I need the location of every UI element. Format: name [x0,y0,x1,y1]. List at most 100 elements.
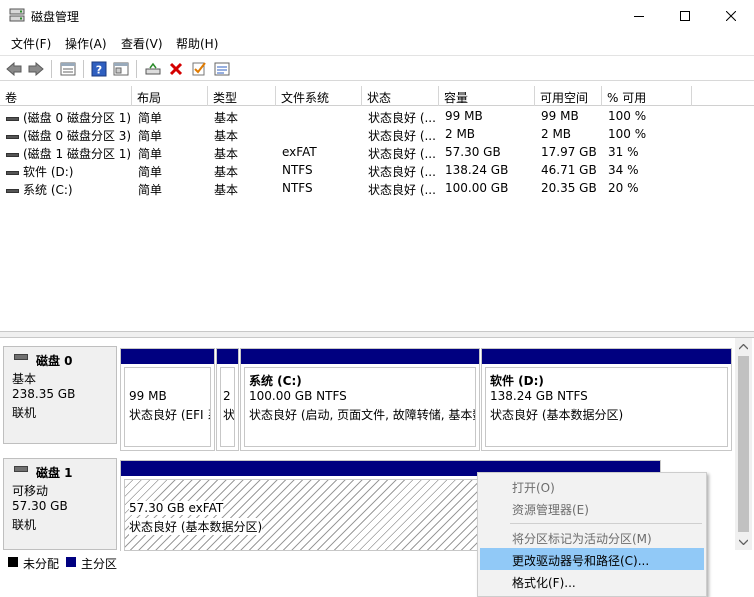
volume-status: 状态良好 (... [368,165,436,179]
partition-disk0-reserved[interactable]: 2 状态良好 [216,348,239,451]
volume-type: 基本 [214,147,239,161]
menu-separator [510,523,702,524]
menu-item-mark-active[interactable]: 将分区标记为活动分区(M) [480,526,704,548]
forward-button[interactable] [26,59,46,79]
volume-percent-free: 100 % [608,109,647,123]
close-button[interactable] [708,0,754,31]
volume-type: 基本 [214,129,239,143]
minimize-icon [634,15,644,17]
minimize-button[interactable] [616,0,662,31]
forward-icon [28,62,44,76]
volume-name: 软件 (D:) [23,165,74,179]
column-header-percent-free[interactable]: % 可用 [602,86,692,106]
toolbar: ? [0,55,754,81]
context-menu: 打开(O) 资源管理器(E) 将分区标记为活动分区(M) 更改驱动器号和路径(C… [477,472,707,597]
volume-status: 状态良好 (... [368,129,436,143]
volume-icon [6,170,19,175]
volume-capacity: 138.24 GB [445,163,509,177]
help-icon: ? [91,61,107,77]
legend-swatch-unallocated [8,557,18,567]
volume-capacity: 2 MB [445,127,476,141]
volume-row[interactable]: (磁盘 0 磁盘分区 1) 简单 基本 状态良好 (... 99 MB 99 M… [0,107,754,125]
menu-view[interactable]: 查看(V) [121,35,163,52]
column-header-capacity[interactable]: 容量 [439,86,535,106]
menu-item-open[interactable]: 打开(O) [480,475,704,497]
volume-row[interactable]: (磁盘 1 磁盘分区 1) 简单 基本 exFAT 状态良好 (... 57.3… [0,143,754,161]
menu-help[interactable]: 帮助(H) [176,35,218,52]
disk-icon [14,354,28,360]
column-header-layout[interactable]: 布局 [132,86,208,106]
disk-type: 基本 [12,372,37,386]
scroll-thumb[interactable] [738,356,749,532]
column-header-status[interactable]: 状态 [362,86,439,106]
delete-button[interactable] [166,59,186,79]
column-header-volume[interactable]: 卷 [0,86,132,106]
partition-title: 软件 (D:) [490,374,544,388]
column-header-filesystem[interactable]: 文件系统 [276,86,362,106]
menu-item-format[interactable]: 格式化(F)... [480,570,704,592]
volume-status: 状态良好 (... [368,183,436,197]
menu-item-change-drive-letter[interactable]: 更改驱动器号和路径(C)... [480,548,704,570]
maximize-button[interactable] [662,0,708,31]
disk-0-label[interactable]: 磁盘 0 基本 238.35 GB 联机 [3,346,117,444]
volume-icon [6,116,19,121]
volume-row[interactable]: 软件 (D:) 简单 基本 NTFS 状态良好 (... 138.24 GB 4… [0,161,754,179]
volume-name: (磁盘 1 磁盘分区 1) [23,147,132,161]
volume-row[interactable]: (磁盘 0 磁盘分区 3) 简单 基本 状态良好 (... 2 MB 2 MB … [0,125,754,143]
back-button[interactable] [4,59,24,79]
volume-free-space: 20.35 GB [541,181,597,195]
check-button[interactable] [189,59,209,79]
partition-status: 状态良好 (基本数据分区) [490,408,624,422]
title-bar: 磁盘管理 [0,0,754,31]
volume-filesystem: NTFS [282,163,313,177]
volume-capacity: 57.30 GB [445,145,501,159]
disk-name: 磁盘 1 [36,466,73,480]
volume-icon [6,188,19,193]
column-header-free-space[interactable]: 可用空间 [535,86,602,106]
view-button[interactable] [111,59,131,79]
properties-button[interactable] [58,59,78,79]
partition-disk0-software-d[interactable]: 软件 (D:) 138.24 GB NTFS 状态良好 (基本数据分区) [481,348,732,451]
partition-size: 99 MB [129,389,167,403]
partition-disk0-efi[interactable]: 99 MB 状态良好 (EFI 系统分区) [120,348,215,451]
primary-partition-bar [241,349,479,364]
menu-action[interactable]: 操作(A) [65,35,107,52]
toolbar-separator [136,60,137,78]
chevron-down-icon [739,539,748,545]
partition-size: 100.00 GB NTFS [249,389,347,403]
menu-bar: 文件(F) 操作(A) 查看(V) 帮助(H) [0,32,754,54]
volume-layout: 简单 [138,111,163,125]
volume-status: 状态良好 (... [368,111,436,125]
volume-percent-free: 31 % [608,145,639,159]
scroll-down-button[interactable] [735,533,752,550]
help-button[interactable]: ? [89,59,109,79]
volume-list[interactable]: 卷 布局 类型 文件系统 状态 容量 可用空间 % 可用 (磁盘 0 磁盘分区 … [0,86,754,332]
primary-partition-bar [482,349,731,364]
connect-button[interactable] [143,59,163,79]
svg-text:?: ? [96,64,102,77]
chevron-up-icon [739,343,748,349]
window-title: 磁盘管理 [31,10,80,24]
volume-layout: 简单 [138,165,163,179]
volume-layout: 简单 [138,183,163,197]
list-button[interactable] [212,59,232,79]
volume-row[interactable]: 系统 (C:) 简单 基本 NTFS 状态良好 (... 100.00 GB 2… [0,179,754,197]
primary-partition-bar [217,349,238,364]
volume-free-space: 99 MB [541,109,579,123]
volume-name: (磁盘 0 磁盘分区 1) [23,111,132,125]
volume-icon [6,152,19,157]
menu-item-explorer[interactable]: 资源管理器(E) [480,497,704,519]
disk-map-scrollbar[interactable] [735,338,752,550]
column-header-type[interactable]: 类型 [208,86,276,106]
volume-percent-free: 20 % [608,181,639,195]
disk-management-icon [9,8,25,22]
partition-disk0-system-c[interactable]: 系统 (C:) 100.00 GB NTFS 状态良好 (启动, 页面文件, 故… [240,348,480,451]
connect-icon [145,62,161,75]
scroll-up-button[interactable] [735,338,752,355]
volume-layout: 简单 [138,129,163,143]
volume-icon [6,134,19,139]
volume-type: 基本 [214,165,239,179]
menu-file[interactable]: 文件(F) [11,35,51,52]
disk-size: 57.30 GB [12,499,68,513]
disk-1-label[interactable]: 磁盘 1 可移动 57.30 GB 联机 [3,458,117,550]
